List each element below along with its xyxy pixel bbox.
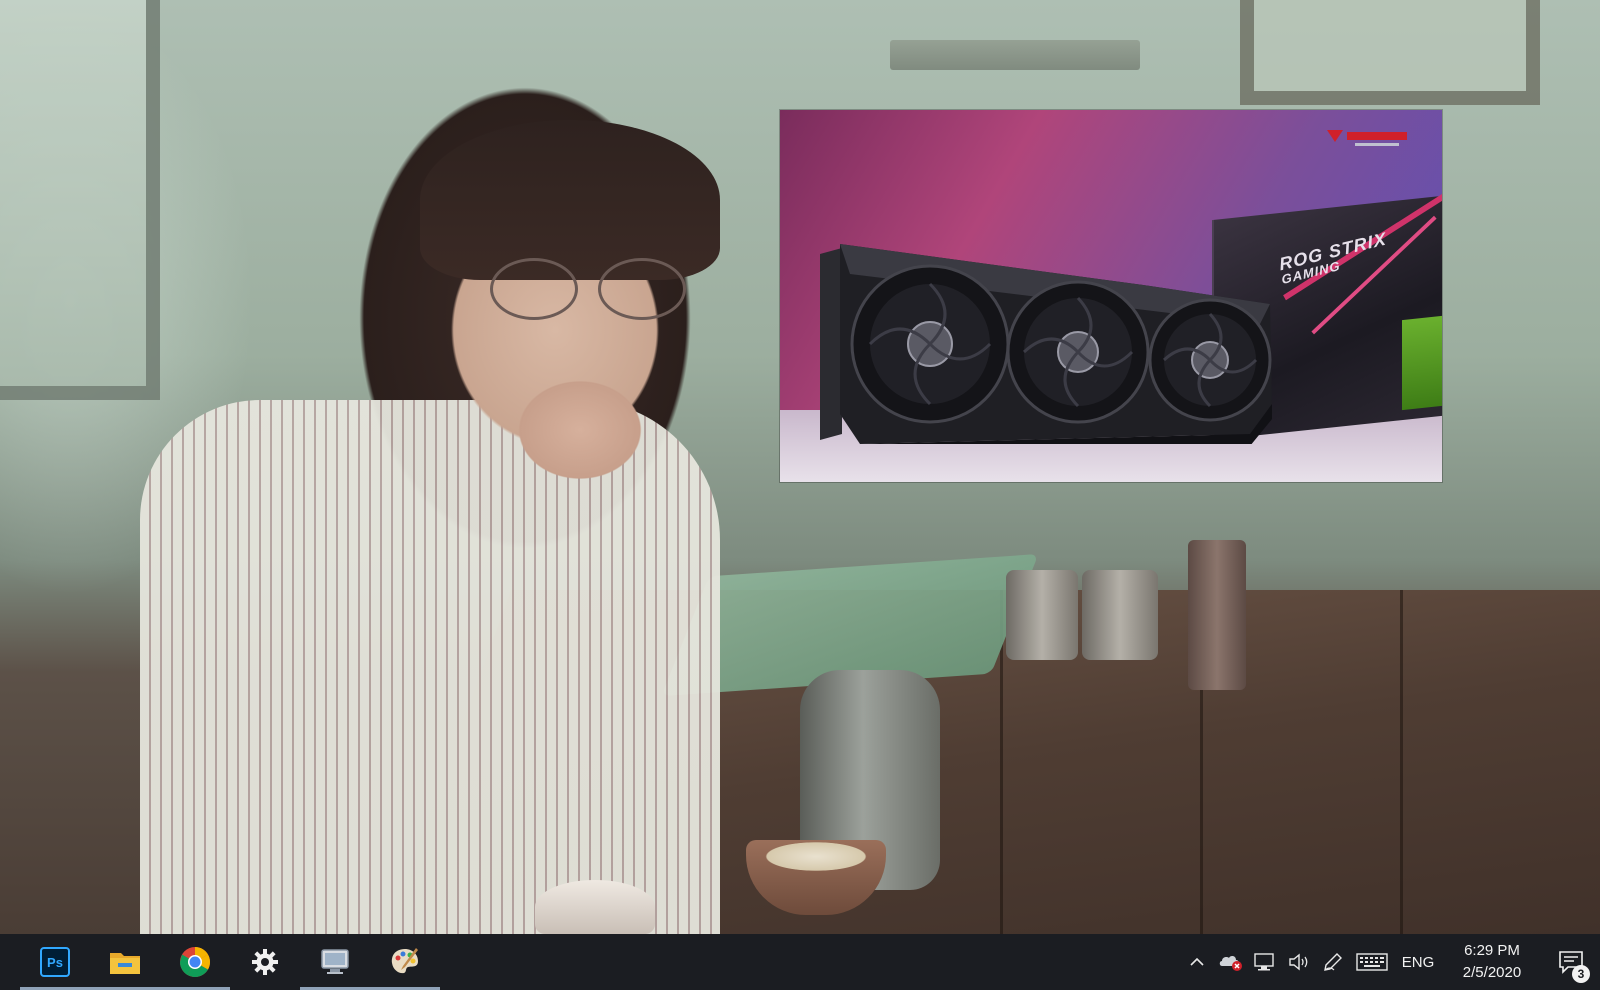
taskbar-app-chrome[interactable] [160,934,230,990]
language-label: ENG [1401,953,1435,971]
pip-video-overlay[interactable]: ROG STRIX GAMING [780,110,1442,482]
input-language-button[interactable]: ENG [1394,934,1442,990]
volume-button[interactable] [1282,934,1316,990]
file-explorer-icon [110,953,140,974]
taskbar-app-photoshop[interactable]: Ps [20,934,90,990]
wallpaper-shelf [890,40,1140,70]
clock-time: 6:29 PM [1464,942,1520,959]
photoshop-icon: Ps [40,947,70,977]
taskbar: Ps ENG 6:29 PM 2/5/2020 3 [0,934,1600,990]
box-title: ROG STRIX GAMING [1278,229,1389,288]
wallpaper-table-plank [1400,590,1403,934]
graphics-card-image [820,244,1272,444]
onedrive-error-icon [1219,955,1242,971]
wallpaper-window [0,0,160,400]
onedrive-status-button[interactable] [1214,934,1248,990]
wallpaper-cup [535,880,655,934]
remote-desktop-icon [321,949,349,974]
wallpaper-girl-bangs [420,120,720,280]
action-center-button[interactable]: 3 [1542,934,1600,990]
touch-keyboard-button[interactable] [1350,934,1394,990]
paint-palette-icon [391,948,418,974]
network-icon [1254,953,1274,971]
taskbar-app-settings[interactable] [230,934,300,990]
wallpaper-picture-frame [1240,0,1540,105]
taskbar-app-remote-desktop[interactable] [300,934,370,990]
notification-count-badge: 3 [1572,965,1590,983]
wallpaper-jar [1082,570,1158,660]
photoshop-label: Ps [47,955,63,970]
wallpaper-vase [1188,540,1246,690]
chevron-up-icon [1190,957,1204,966]
taskbar-app-file-explorer[interactable] [90,934,160,990]
gear-icon [252,949,278,975]
nvidia-badge [1402,315,1442,411]
taskbar-app-paint[interactable] [370,934,440,990]
speaker-icon [1289,953,1308,971]
wallpaper-hand [505,370,655,490]
show-hidden-icons-button[interactable] [1180,934,1214,990]
chrome-icon [180,947,211,978]
clock-date: 2/5/2020 [1462,964,1522,981]
clock-button[interactable]: 6:29 PM 2/5/2020 [1442,934,1542,990]
pen-icon [1324,953,1342,971]
brand-logo-icon [1327,130,1407,146]
pen-workspace-button[interactable] [1316,934,1350,990]
wallpaper-jar [1006,570,1078,660]
keyboard-icon [1356,953,1388,971]
wallpaper-glasses-left [490,258,578,320]
wallpaper-glasses-right [598,258,686,320]
system-tray: ENG 6:29 PM 2/5/2020 3 [1180,934,1600,990]
network-button[interactable] [1248,934,1282,990]
